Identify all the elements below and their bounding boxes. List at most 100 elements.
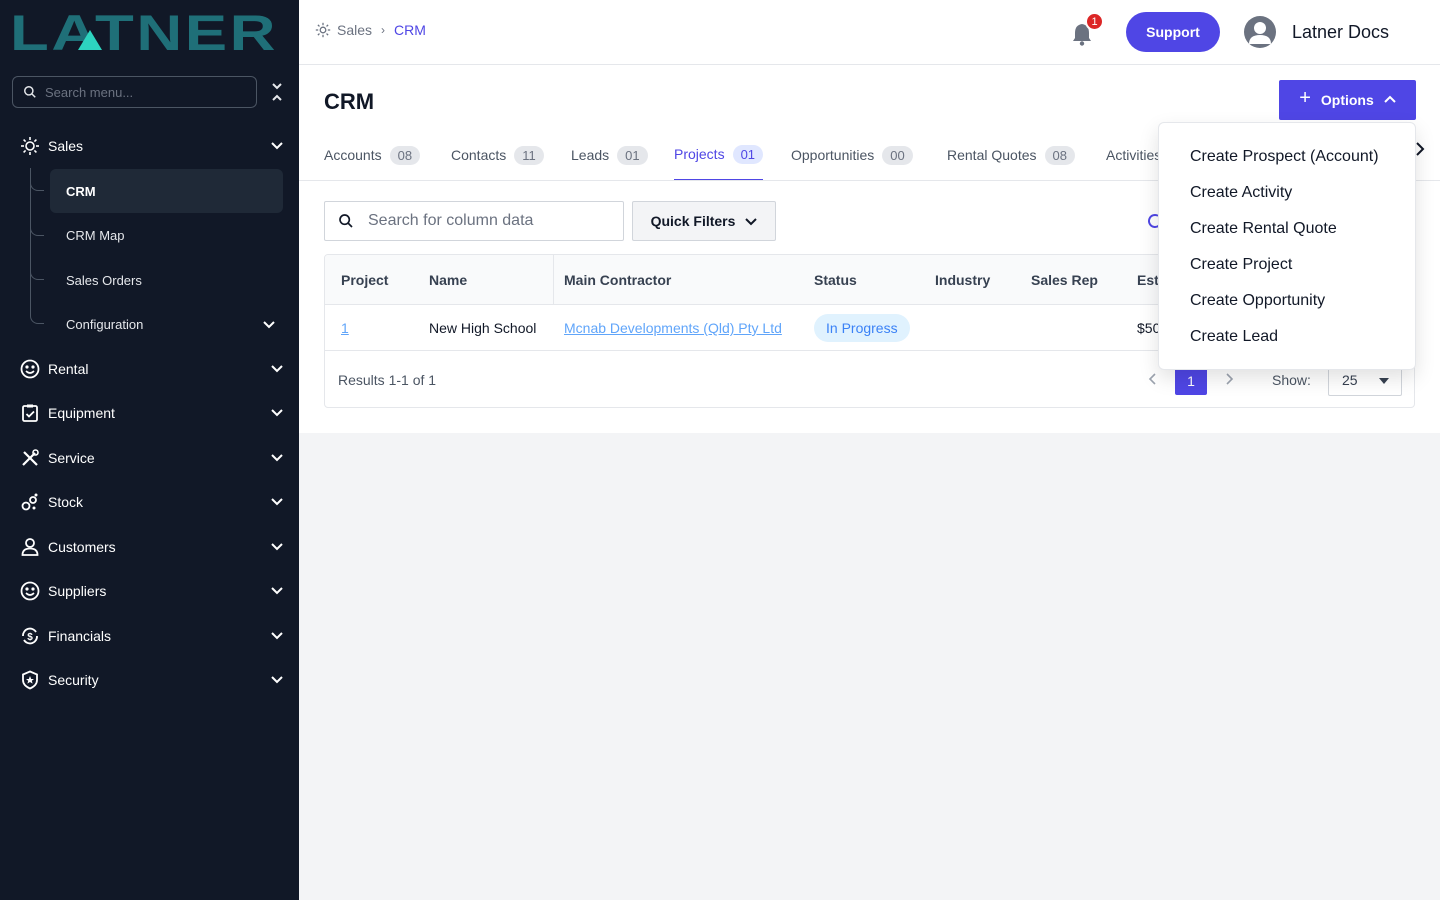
cell-project: 1	[341, 305, 349, 351]
sidebar-item-stock[interactable]: Stock	[0, 482, 299, 522]
sidebar-subitem-configuration[interactable]: Configuration	[50, 302, 283, 346]
menu-item-create-activity[interactable]: Create Activity	[1159, 175, 1415, 211]
submenu-branch	[30, 226, 44, 236]
sidebar-item-customers[interactable]: Customers	[0, 527, 299, 567]
user-icon	[20, 537, 40, 557]
column-divider	[553, 255, 554, 305]
tab-label: Rental Quotes	[947, 147, 1037, 163]
options-button[interactable]: + Options	[1279, 80, 1416, 120]
chevron-down-icon	[271, 543, 283, 551]
menu-item-create-opportunity[interactable]: Create Opportunity	[1159, 283, 1415, 319]
clipboard-check-icon	[20, 403, 40, 423]
sidebar-item-suppliers[interactable]: Suppliers	[0, 571, 299, 611]
search-icon	[339, 214, 353, 228]
chevron-down-icon	[263, 321, 275, 329]
search-icon	[24, 86, 36, 98]
project-link[interactable]: 1	[341, 320, 349, 336]
sidebar-item-label: Sales	[48, 138, 84, 154]
submenu-branch	[30, 270, 44, 280]
column-header-project[interactable]: Project	[341, 255, 388, 305]
sidebar-item-label: Security	[48, 672, 99, 688]
breadcrumb: Sales › CRM	[315, 22, 426, 38]
caret-down-icon	[1379, 378, 1389, 384]
tab-count: 08	[389, 145, 421, 165]
sidebar-item-label: Stock	[48, 494, 84, 510]
tab-rental-quotes[interactable]: Rental Quotes 08	[947, 129, 1075, 181]
tab-activities[interactable]: Activities	[1106, 129, 1161, 181]
suppliers-icon	[20, 581, 40, 601]
main-contractor-link[interactable]: Mcnab Developments (Qld) Pty Ltd	[564, 320, 782, 336]
column-header-est[interactable]: Est	[1137, 255, 1159, 305]
column-header-sales-rep[interactable]: Sales Rep	[1031, 255, 1098, 305]
top-header: Sales › CRM 1 Support Latner Docs	[299, 0, 1440, 65]
tools-icon	[20, 448, 40, 468]
menu-item-create-lead[interactable]: Create Lead	[1159, 319, 1415, 355]
tab-count: 00	[882, 145, 913, 165]
collapse-chevrons-icon	[272, 83, 282, 101]
breadcrumb-sales[interactable]: Sales	[337, 22, 372, 38]
sidebar-subitem-crm-map[interactable]: CRM Map	[50, 213, 283, 257]
sidebar-item-service[interactable]: Service	[0, 438, 299, 478]
sidebar-subitem-label: CRM Map	[66, 227, 125, 243]
menu-item-create-prospect[interactable]: Create Prospect (Account)	[1159, 139, 1415, 175]
tab-projects[interactable]: Projects 01	[674, 129, 764, 181]
tab-accounts[interactable]: Accounts 08	[324, 129, 421, 181]
rental-icon	[20, 359, 40, 379]
column-header-industry[interactable]: Industry	[935, 255, 990, 305]
tab-opportunities[interactable]: Opportunities 00	[791, 129, 913, 181]
user-avatar-icon	[1249, 22, 1271, 44]
cell-est: $50	[1137, 320, 1161, 336]
sidebar-item-equipment[interactable]: Equipment	[0, 393, 299, 433]
chevron-down-icon	[271, 498, 283, 506]
sidebar-item-label: Suppliers	[48, 583, 107, 599]
chevron-right-icon[interactable]	[1221, 371, 1237, 387]
sidebar-item-label: Financials	[48, 628, 112, 644]
user-name[interactable]: Latner Docs	[1292, 22, 1389, 43]
sidebar-item-financials[interactable]: $ Financials	[0, 616, 299, 656]
column-header-name[interactable]: Name	[429, 255, 467, 305]
stock-icon	[20, 492, 40, 512]
chevron-right-icon: ›	[381, 23, 386, 37]
chevron-down-icon	[271, 632, 283, 640]
column-header-main-contractor[interactable]: Main Contractor	[564, 255, 671, 305]
tab-label: Opportunities	[791, 147, 875, 163]
chevron-down-icon	[745, 218, 758, 226]
sidebar-subitem-label: CRM	[66, 183, 96, 199]
results-count: Results 1-1 of 1	[338, 372, 437, 388]
tab-contacts[interactable]: Contacts 11	[451, 129, 544, 181]
collapse-sidebar-button[interactable]	[268, 81, 286, 103]
sidebar-subitem-sales-orders[interactable]: Sales Orders	[50, 258, 283, 302]
quick-filters-button[interactable]: Quick Filters	[632, 201, 776, 241]
chevron-left-icon[interactable]	[1145, 371, 1161, 387]
sidebar-item-sales[interactable]: Sales	[0, 126, 299, 166]
page-button-current[interactable]: 1	[1175, 366, 1207, 395]
menu-item-create-project[interactable]: Create Project	[1159, 247, 1415, 283]
menu-search	[12, 76, 257, 108]
sidebar-item-rental[interactable]: Rental	[0, 349, 299, 389]
cell-status: In Progress	[814, 305, 910, 351]
tab-count: 11	[514, 145, 544, 165]
column-search-input[interactable]	[368, 212, 608, 230]
dollar-cycle-icon: $	[20, 626, 40, 646]
support-button[interactable]: Support	[1126, 12, 1220, 52]
sidebar-item-label: Rental	[48, 361, 89, 377]
latner-logo[interactable]: LATNER	[10, 10, 280, 54]
sidebar-subitem-label: Sales Orders	[66, 272, 142, 288]
sidebar-item-label: Equipment	[48, 405, 115, 421]
tab-label: Projects	[674, 146, 725, 162]
chevron-down-icon	[271, 365, 283, 373]
sidebar-subitem-crm[interactable]: CRM	[50, 169, 283, 213]
sidebar-subitem-label: Configuration	[66, 316, 144, 332]
options-dropdown-menu: Create Prospect (Account) Create Activit…	[1158, 122, 1416, 370]
quick-filters-label: Quick Filters	[650, 213, 736, 229]
column-header-status[interactable]: Status	[814, 255, 857, 305]
page-size-value: 25	[1342, 372, 1358, 388]
menu-search-input[interactable]	[45, 84, 235, 100]
tab-label: Leads	[571, 147, 610, 163]
sales-icon	[20, 136, 40, 156]
avatar[interactable]	[1244, 16, 1276, 48]
menu-item-create-rental-quote[interactable]: Create Rental Quote	[1159, 211, 1415, 247]
sidebar-item-security[interactable]: Security	[0, 660, 299, 700]
tab-leads[interactable]: Leads 01	[571, 129, 648, 181]
options-label: Options	[1320, 92, 1374, 108]
